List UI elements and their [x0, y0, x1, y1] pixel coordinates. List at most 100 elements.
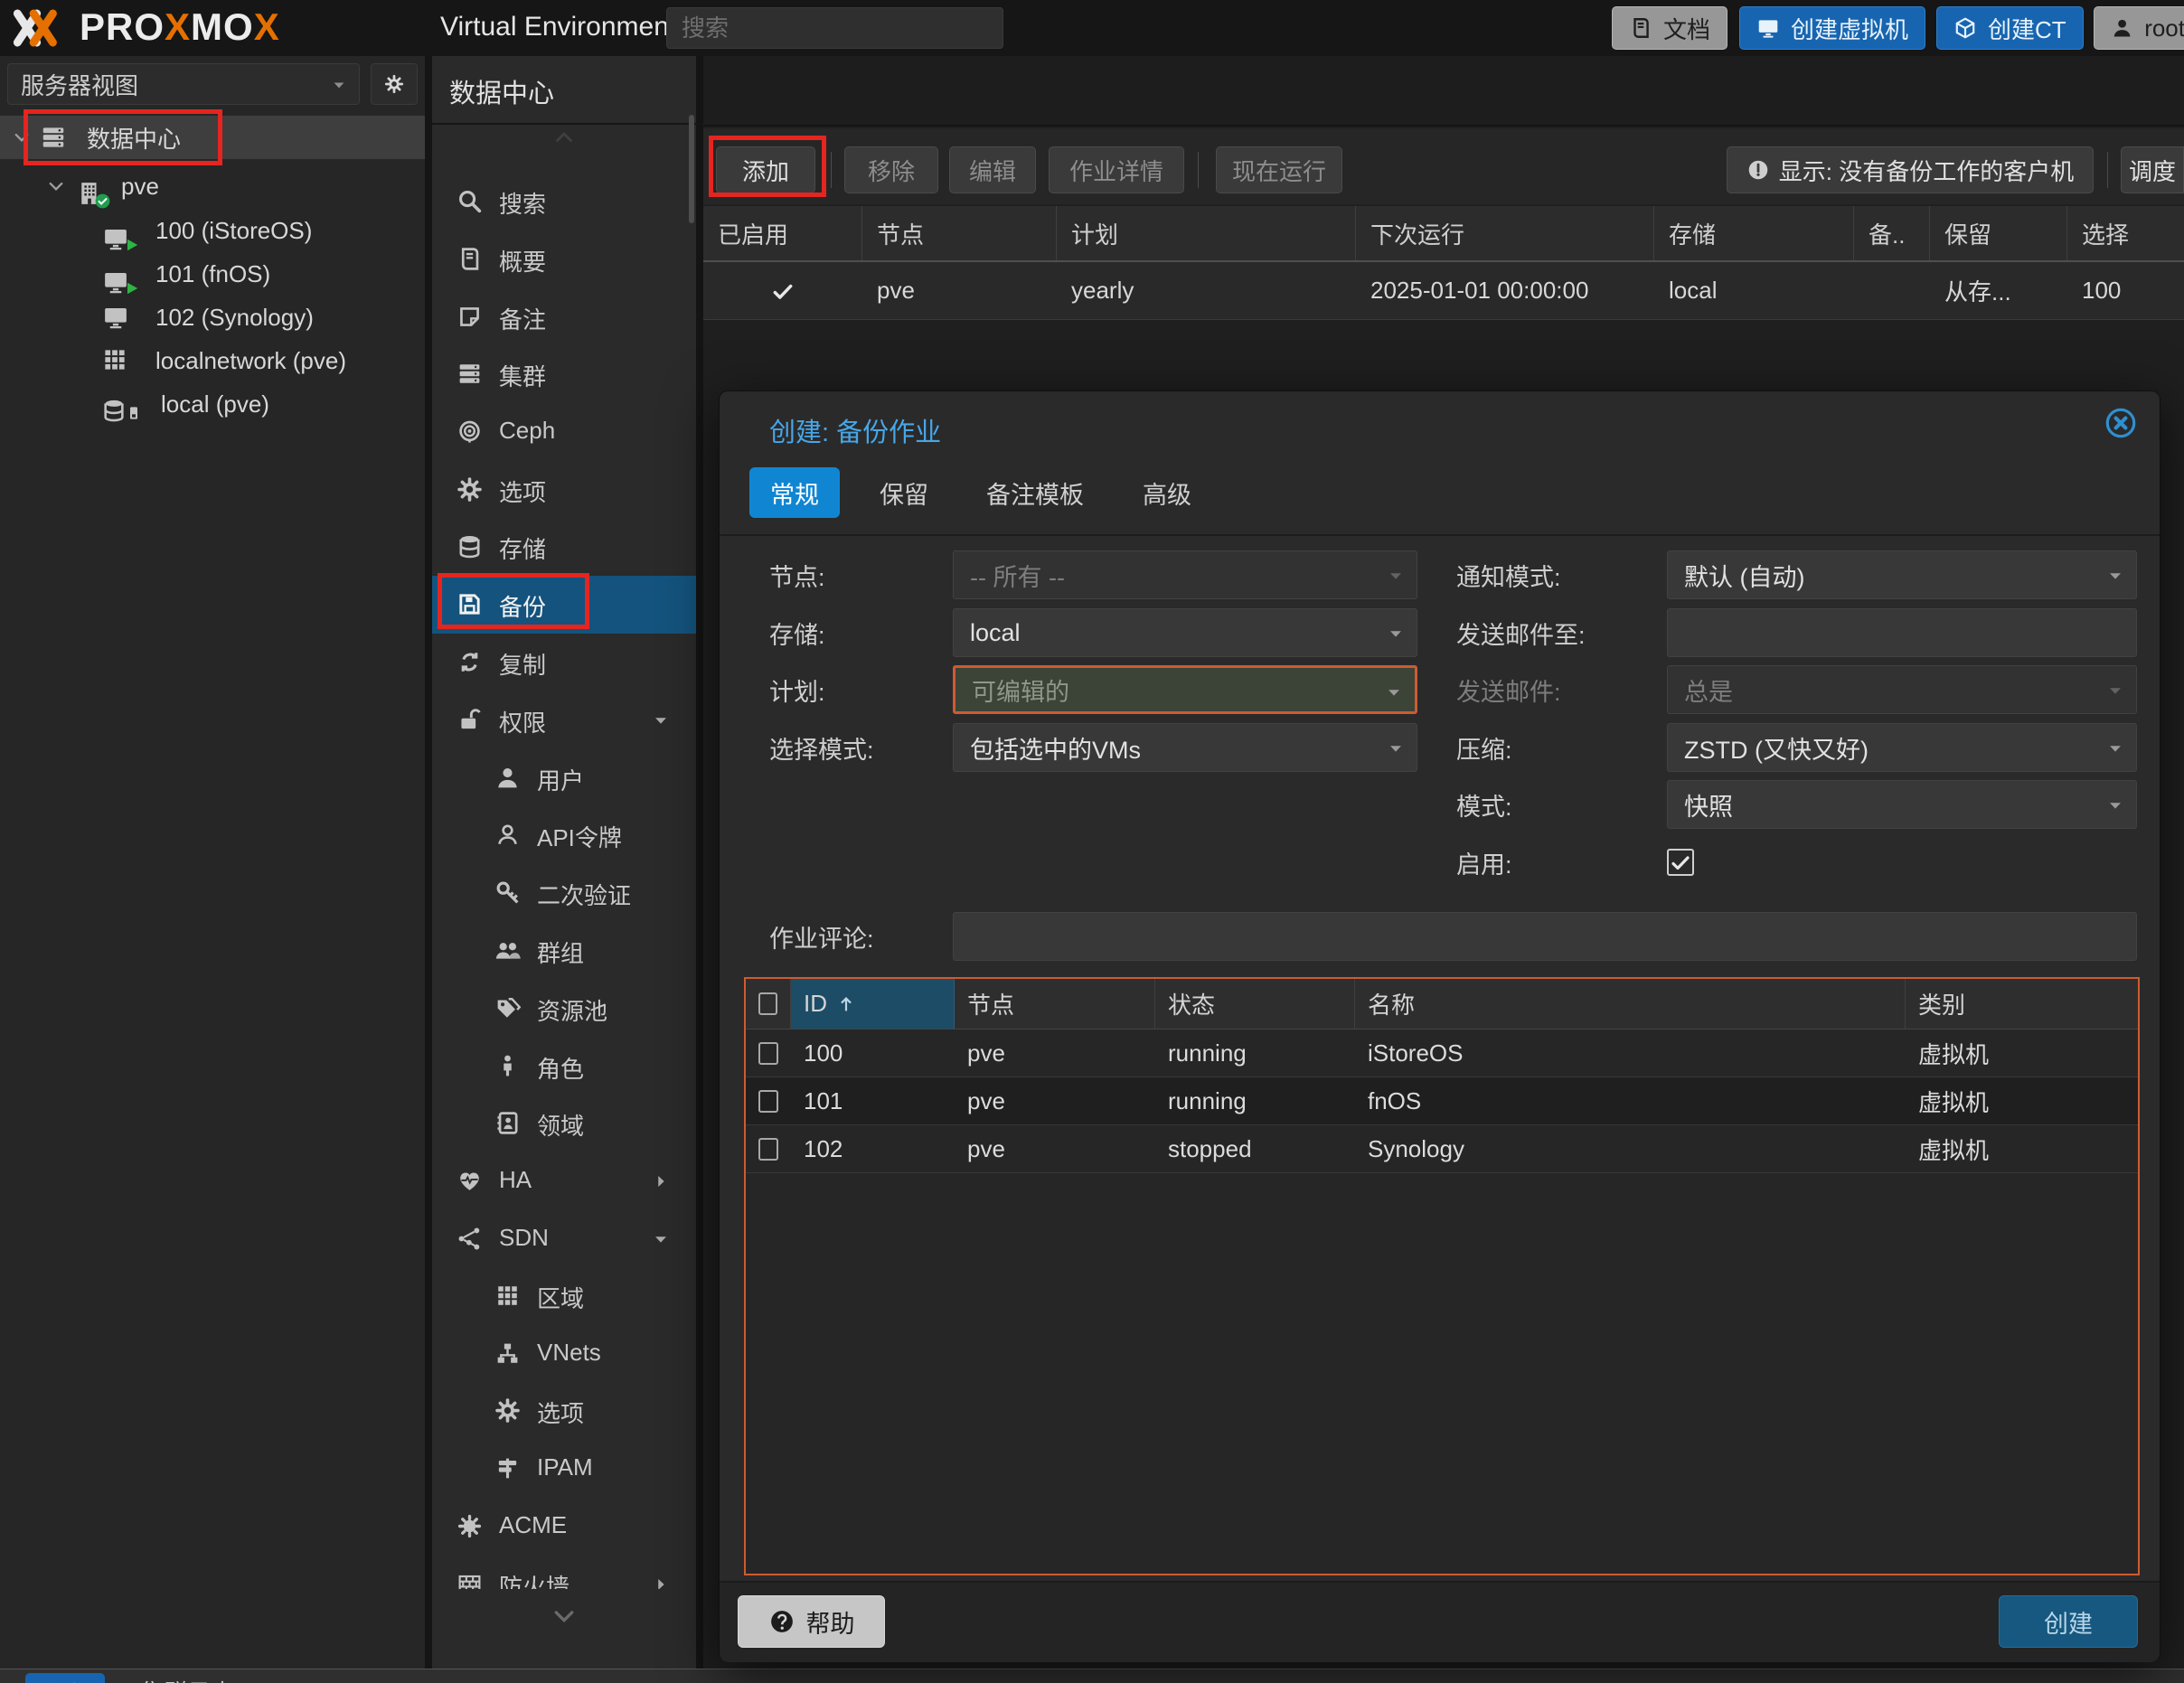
sort-ascending-icon: [836, 994, 856, 1014]
compression-select[interactable]: ZSTD (又快又好): [1667, 723, 2137, 772]
tab-note-template[interactable]: 备注模板: [968, 467, 1102, 518]
tree-item-localnetwork[interactable]: localnetwork (pve): [0, 339, 425, 382]
column-header-retention[interactable]: 保留: [1930, 206, 2067, 260]
id-badge-icon: [494, 822, 521, 848]
column-header-enabled[interactable]: 已启用: [703, 206, 862, 260]
show-no-backup-guests-button[interactable]: 显示: 没有备份工作的客户机: [1727, 146, 2094, 193]
nav-item-sdn-options[interactable]: 选项: [432, 1382, 696, 1440]
create-ct-button[interactable]: 创建CT: [1936, 6, 2084, 50]
tree-item-vm-100[interactable]: 100 (iStoreOS): [0, 209, 425, 252]
view-selector[interactable]: 服务器视图: [7, 63, 360, 105]
column-header-storage[interactable]: 存储: [1654, 206, 1854, 260]
selection-mode-select[interactable]: 包括选中的VMs: [953, 723, 1417, 772]
monitor-icon: [1756, 16, 1780, 40]
search-input[interactable]: [666, 7, 1003, 49]
storage-select[interactable]: local: [953, 608, 1417, 657]
nav-item-ha[interactable]: HA: [432, 1152, 696, 1210]
job-detail-button[interactable]: 作业详情: [1049, 146, 1184, 193]
schedule-combo[interactable]: 可编辑的: [953, 665, 1417, 714]
nav-item-groups[interactable]: 群组: [432, 922, 696, 980]
backup-toolbar: 添加 移除 编辑 作业详情 现在运行 显示: 没有备份工作的客户机 调度: [703, 128, 2184, 204]
user-menu-button[interactable]: root: [2094, 6, 2184, 50]
node-select[interactable]: -- 所有 --: [953, 550, 1417, 599]
schedule-simulator-button[interactable]: 调度: [2121, 146, 2184, 193]
nav-item-vnets[interactable]: VNets: [432, 1325, 696, 1383]
nav-item-notes[interactable]: 备注: [432, 288, 696, 346]
remove-button[interactable]: 移除: [844, 146, 938, 193]
users-icon: [494, 937, 521, 964]
notification-mode-select[interactable]: 默认 (自动): [1667, 550, 2137, 599]
expand-arrow-icon[interactable]: [651, 1171, 671, 1191]
nav-item-realms[interactable]: 领域: [432, 1095, 696, 1152]
job-comment-input[interactable]: [953, 912, 2137, 961]
row-checkbox[interactable]: [758, 1042, 778, 1065]
run-now-button[interactable]: 现在运行: [1216, 146, 1342, 193]
collapse-arrow-icon[interactable]: [651, 1229, 671, 1249]
column-header-type[interactable]: 类别: [1906, 979, 2142, 1029]
guest-row-101[interactable]: 101 pve running fnOS 虚拟机: [746, 1077, 2138, 1125]
gear-icon: [494, 1397, 521, 1424]
nav-item-acme[interactable]: ACME: [432, 1498, 696, 1556]
send-email-when-select[interactable]: 总是: [1667, 665, 2137, 714]
edit-button[interactable]: 编辑: [949, 146, 1036, 193]
nav-item-options[interactable]: 选项: [432, 461, 696, 519]
signpost-icon: [494, 1455, 521, 1481]
collapse-arrow-icon[interactable]: [651, 710, 671, 730]
mode-select[interactable]: 快照: [1667, 780, 2137, 829]
nav-item-ipam[interactable]: IPAM: [432, 1440, 696, 1498]
chevron-down-icon[interactable]: [47, 177, 65, 195]
nav-item-roles[interactable]: 角色: [432, 1038, 696, 1095]
nav-item-two-factor[interactable]: 二次验证: [432, 864, 696, 922]
expand-arrow-icon[interactable]: [651, 1575, 671, 1589]
nav-item-replication[interactable]: 复制: [432, 634, 696, 691]
column-header-schedule[interactable]: 计划: [1057, 206, 1356, 260]
nav-scrollbar[interactable]: [689, 115, 694, 223]
tree-item-vm-101[interactable]: 101 (fnOS): [0, 252, 425, 296]
nav-item-users[interactable]: 用户: [432, 749, 696, 807]
nav-item-api-tokens[interactable]: API令牌: [432, 806, 696, 864]
column-header-name[interactable]: 名称: [1355, 979, 1906, 1029]
proxmox-logo: PROXMOX: [80, 5, 280, 49]
tab-retention[interactable]: 保留: [861, 467, 946, 518]
enabled-checkbox[interactable]: [1667, 849, 1694, 876]
nav-item-pools[interactable]: 资源池: [432, 980, 696, 1038]
person-icon: [494, 1053, 521, 1079]
select-all-checkbox[interactable]: [746, 979, 791, 1029]
column-header-id[interactable]: ID: [791, 979, 955, 1029]
nav-item-search[interactable]: 搜索: [432, 173, 696, 230]
row-checkbox[interactable]: [758, 1138, 778, 1161]
nav-item-cluster[interactable]: 集群: [432, 345, 696, 403]
send-email-to-input[interactable]: [1667, 608, 2137, 657]
nav-item-storage[interactable]: 存储: [432, 518, 696, 576]
tree-settings-button[interactable]: [371, 63, 418, 105]
create-vm-button[interactable]: 创建虚拟机: [1739, 6, 1925, 50]
row-checkbox[interactable]: [758, 1090, 778, 1113]
guest-row-102[interactable]: 102 pve stopped Synology 虚拟机: [746, 1125, 2138, 1173]
tasks-tab[interactable]: 任务: [25, 1673, 105, 1683]
tab-advanced[interactable]: 高级: [1124, 467, 1210, 518]
nav-item-permissions[interactable]: 权限: [432, 691, 696, 749]
documentation-button[interactable]: 文档: [1612, 6, 1727, 50]
tree-item-vm-102[interactable]: 102 (Synology): [0, 296, 425, 339]
column-header-next-run[interactable]: 下次运行: [1356, 206, 1654, 260]
close-icon[interactable]: [2104, 406, 2138, 440]
column-header-selection[interactable]: 选择: [2067, 206, 2184, 260]
create-button[interactable]: 创建: [1999, 1595, 2138, 1648]
nav-item-zones[interactable]: 区域: [432, 1267, 696, 1325]
column-header-node[interactable]: 节点: [955, 979, 1155, 1029]
scroll-down-icon[interactable]: [539, 1603, 589, 1629]
help-button[interactable]: 帮助: [738, 1595, 885, 1648]
column-header-status[interactable]: 状态: [1155, 979, 1355, 1029]
tree-item-pve[interactable]: pve: [0, 165, 425, 208]
tree-item-local-storage[interactable]: local (pve): [0, 382, 425, 426]
nav-item-summary[interactable]: 概要: [432, 230, 696, 288]
nav-item-ceph[interactable]: Ceph: [432, 403, 696, 461]
nav-item-sdn[interactable]: SDN: [432, 1210, 696, 1268]
nav-item-firewall[interactable]: 防火墙: [432, 1556, 696, 1589]
column-header-notes[interactable]: 备..: [1854, 206, 1930, 260]
tab-general[interactable]: 常规: [749, 467, 840, 518]
column-header-node[interactable]: 节点: [862, 206, 1057, 260]
backup-job-row[interactable]: pve yearly 2025-01-01 00:00:00 local 从存.…: [703, 262, 2184, 320]
cluster-log-tab[interactable]: 集群日志: [140, 1675, 234, 1683]
guest-row-100[interactable]: 100 pve running iStoreOS 虚拟机: [746, 1030, 2138, 1077]
